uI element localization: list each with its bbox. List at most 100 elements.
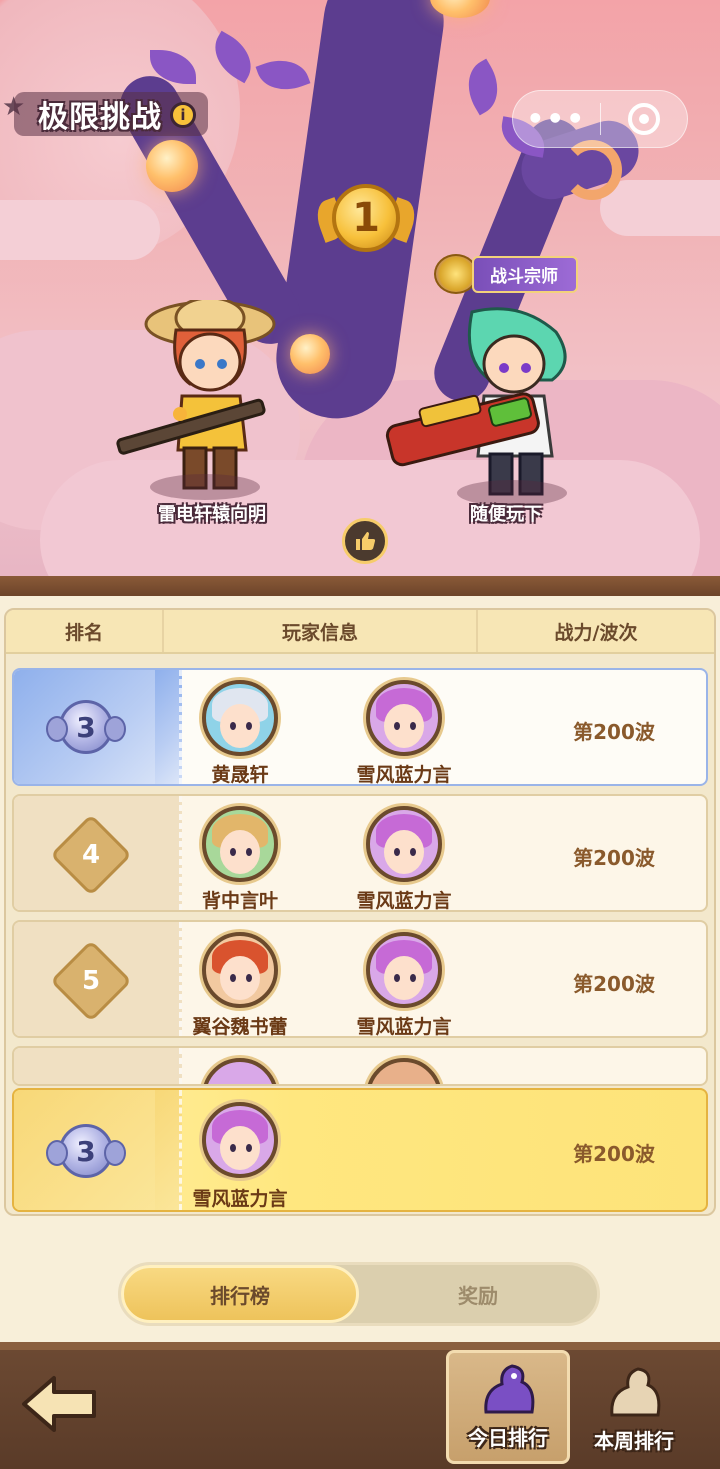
player-avatar[interactable] [202,1058,278,1084]
player-name: 翼谷魏书蕾 [192,1016,288,1038]
avatar-eye [394,848,400,856]
rank-number: 5 [81,966,101,996]
player-name: 背中言叶 [201,890,278,912]
player-title-badge: 战斗宗师 [434,254,578,294]
avatar-eye [230,848,236,856]
like-button[interactable] [342,518,388,564]
medal-wing [104,1140,126,1166]
player-avatar[interactable] [202,932,278,1008]
dragon-icon [484,1364,535,1414]
cloud-decoration [600,180,720,236]
avatar-eye [410,722,416,730]
player-avatar[interactable] [202,806,278,882]
avatar-eye [394,722,400,730]
tab-leaderboard[interactable]: 排行榜 [121,1265,359,1323]
info-icon[interactable]: i [170,102,196,128]
wave-value: 第200波 [573,846,655,870]
left-character[interactable] [110,296,300,500]
player-avatar[interactable] [202,1102,278,1178]
tab-rewards[interactable]: 奖励 [359,1265,597,1323]
player-name: 雪风蓝力言 [192,1188,288,1210]
left-character-sprite [116,296,276,490]
title-banner: 极限挑战 i [14,92,208,136]
wave-value: 第200波 [573,972,655,996]
avatar-eye [246,848,252,856]
right-character-sprite [385,307,567,496]
wave-value: 第200波 [573,720,655,744]
header-player-info: 玩家信息 [164,610,478,652]
nav-week-ranking[interactable]: 本周排行 [572,1350,696,1464]
avatar-eye [230,722,236,730]
avatar-face [384,956,424,1000]
header-power-wave: 战力/波次 [554,621,638,644]
rank-medal: 3 [44,1120,128,1182]
partner-avatar[interactable] [366,932,442,1008]
avatar-face [384,704,424,748]
leaf-decoration [456,58,510,116]
avatar-face [220,1126,260,1170]
nav-today-ranking[interactable]: 今日排行 [446,1350,570,1464]
avatar-face [220,830,260,874]
first-place-medal: 1 [311,176,421,262]
partner-avatar[interactable] [366,806,442,882]
partner-name: 雪风蓝力言 [356,764,452,786]
player-title-text: 战斗宗师 [472,255,578,293]
medal-wing [46,716,68,742]
avatar-eye [394,974,400,982]
table-row[interactable]: 4 背中言叶 雪风蓝力言 第200波 [12,794,708,912]
hero-scene: ★ 极限挑战 i ••• 1 战斗宗师 [0,0,720,585]
player-name: 黄晟轩 [211,764,269,786]
leaf-decoration [255,51,311,99]
close-miniprogram-button[interactable] [601,103,688,135]
page-title: 极限挑战 [38,100,162,135]
medal-wing [104,716,126,742]
partner-avatar[interactable] [366,680,442,756]
partner-name: 雪风蓝力言 [356,1016,452,1038]
avatar-face [384,830,424,874]
dragon-icon-inactive [610,1367,661,1417]
avatar-eye [230,1144,236,1152]
medal-wing [46,1140,68,1166]
character-shadow [150,474,260,500]
my-rank-row[interactable]: 3 雪风蓝力言 第200波 [12,1088,708,1212]
glowing-fruit [146,140,198,192]
target-circle-icon [627,103,660,135]
back-button[interactable] [20,1372,100,1436]
header-rank: 排名 [6,610,164,652]
table-header: 排名 玩家信息 战力/波次 [6,610,714,654]
avatar-eye [246,722,252,730]
avatar-face [220,704,260,748]
player-avatar[interactable] [202,680,278,756]
avatar-eye [246,1144,252,1152]
avatar-face [220,956,260,1000]
nav-week-label: 本周排行 [594,1429,674,1453]
medal-number: 1 [332,184,400,252]
avatar-eye [410,974,416,982]
thumbs-up-icon [356,532,376,550]
more-dots-icon[interactable]: ••• [513,105,600,133]
rank-number: 4 [81,840,101,870]
table-row[interactable]: 5 翼谷魏书蕾 雪风蓝力言 第200波 [12,920,708,1038]
rank-medal: 3 [44,696,128,758]
swirl-decoration [562,140,622,200]
tab-switcher: 排行榜 奖励 [118,1262,600,1326]
right-player-name: 随便玩下 [470,504,542,525]
partner-name: 雪风蓝力言 [356,890,452,912]
avatar-eye [230,974,236,982]
panel-top-edge [0,576,720,598]
right-character[interactable] [380,306,600,506]
miniprogram-capsule: ••• [512,90,688,148]
table-row[interactable]: 3 黄晟轩 雪风蓝力言 第200波 [12,668,708,786]
bottom-bar-edge [0,1342,720,1350]
bottom-nav-bar: 今日排行 本周排行 [0,1342,720,1469]
nav-today-label: 今日排行 [468,1426,548,1450]
wave-value: 第200波 [573,1142,655,1166]
rank-zone [14,1048,182,1084]
cloud-decoration [0,200,160,260]
back-arrow-icon [22,1376,96,1432]
partner-avatar[interactable] [366,1058,442,1084]
avatar-eye [246,974,252,982]
avatar-eye [410,848,416,856]
table-row-partial[interactable] [12,1046,708,1086]
left-player-name: 雷电轩辕向明 [158,504,266,525]
